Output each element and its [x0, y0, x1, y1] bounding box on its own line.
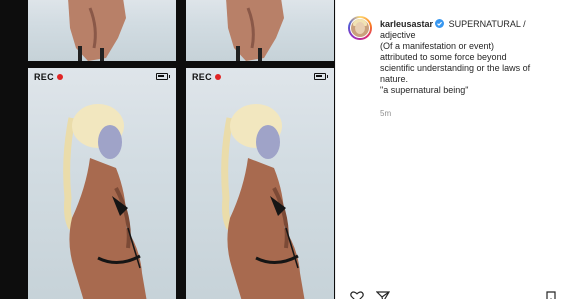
post-timestamp: 5m [380, 109, 392, 118]
record-dot-icon [214, 74, 221, 80]
figure-image [63, 104, 147, 299]
username-link[interactable]: karleusastar [380, 19, 433, 29]
avatar-image [350, 18, 370, 38]
bookmark-icon[interactable] [546, 291, 556, 299]
heart-icon[interactable] [350, 291, 364, 299]
post-side-panel: karleusastar SUPERNATURAL / adjective (O… [335, 0, 580, 299]
caption-title: SUPERNATURAL / [448, 19, 526, 29]
figure-image [226, 0, 284, 61]
rec-indicator: REC [192, 72, 221, 82]
record-dot-icon [56, 74, 63, 80]
media-tile-bottom-right: REC [186, 68, 334, 299]
caption-line: adjective [380, 30, 416, 40]
caption-line: "a supernatural being" [380, 85, 469, 95]
battery-icon [156, 73, 170, 80]
media-tile-top-right [186, 0, 334, 61]
rec-label: REC [34, 72, 54, 82]
action-bar [348, 291, 573, 299]
verified-badge-icon [435, 19, 445, 28]
avatar[interactable] [348, 16, 372, 40]
caption-line: scientific understanding or the laws of [380, 63, 531, 73]
media-tile-bottom-left: REC [28, 68, 176, 299]
caption-line: (Of a manifestation or event) [380, 41, 495, 51]
media-tile-top-left [28, 0, 176, 61]
paper-plane-icon[interactable] [376, 291, 390, 299]
caption-line: attributed to some force beyond [380, 52, 507, 62]
battery-icon [314, 73, 328, 80]
figure-image [221, 104, 305, 299]
post-caption: karleusastar SUPERNATURAL / adjective (O… [380, 19, 570, 96]
caption-line: nature. [380, 74, 409, 84]
figure-image [68, 0, 126, 61]
post-media[interactable]: REC REC [0, 0, 335, 299]
rec-indicator: REC [34, 72, 63, 82]
rec-label: REC [192, 72, 212, 82]
